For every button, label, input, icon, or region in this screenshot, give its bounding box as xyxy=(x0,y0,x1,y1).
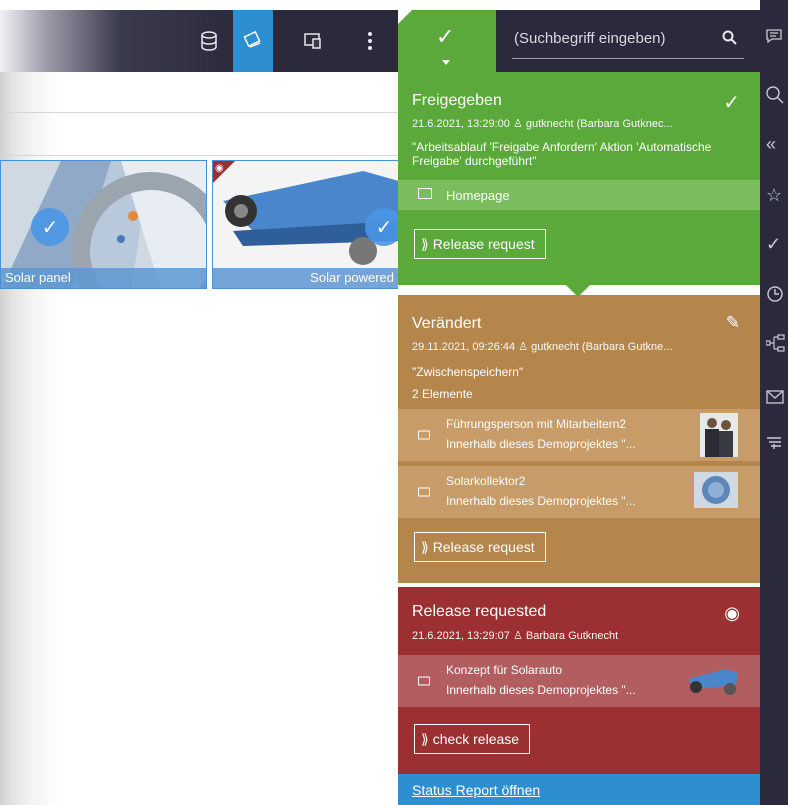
filter-icon[interactable] xyxy=(766,434,782,455)
sync-icon[interactable] xyxy=(233,10,273,72)
search-input[interactable]: (Suchbegriff eingeben) xyxy=(514,30,666,47)
right-sidebar: « ☆ ✓ xyxy=(760,0,788,805)
release-request-button[interactable]: ⟫ Release request xyxy=(414,229,546,259)
button-label: Release request xyxy=(432,236,535,252)
section-title: Release requested xyxy=(412,603,547,620)
release-request-button[interactable]: ⟫ Release request xyxy=(414,532,546,562)
section-meta: 29.11.2021, 09:26:44 ♙ gutknecht (Barbar… xyxy=(412,341,673,353)
status-section-changed: Verändert ✎ 29.11.2021, 09:26:44 ♙ gutkn… xyxy=(398,295,760,583)
devices-icon[interactable] xyxy=(293,10,333,72)
database-icon[interactable] xyxy=(189,10,229,72)
toolbar xyxy=(0,10,398,72)
list-item[interactable]: Führungsperson mit Mitarbeitern2 Innerha… xyxy=(398,409,760,461)
check-icon: ✓ xyxy=(31,208,69,246)
status-dropdown-button[interactable]: ✓ xyxy=(398,10,496,72)
thumbnail-caption: Solar panel xyxy=(1,268,206,288)
check-icon: ✓ xyxy=(723,92,740,114)
section-note: "Arbeitsablauf 'Freigabe Anfordern' Akti… xyxy=(412,140,712,168)
check-release-button[interactable]: ⟫ check release xyxy=(414,724,531,754)
item-name: Konzept für Solarauto xyxy=(446,663,563,677)
list-item[interactable]: Konzept für Solarauto Innerhalb dieses D… xyxy=(398,655,760,707)
chevron-down-icon xyxy=(442,60,450,65)
search-bar: (Suchbegriff eingeben) xyxy=(496,10,760,72)
item-description: Innerhalb dieses Demoprojektes "... xyxy=(446,437,636,451)
asset-thumbnail[interactable]: ✓ Solar panel xyxy=(0,160,207,289)
document-icon xyxy=(418,430,430,440)
button-label: check release xyxy=(432,731,520,747)
history-icon[interactable] xyxy=(766,285,784,308)
section-meta: 21.6.2021, 13:29:07 ♙ Barbara Gutknecht xyxy=(412,630,619,642)
element-count: 2 Elemente xyxy=(412,387,473,401)
asset-thumbnail[interactable]: ◉ ✓ Solar powered xyxy=(212,160,398,289)
solar-car-thumbnail xyxy=(688,669,738,695)
eye-icon: ◉ xyxy=(724,603,740,623)
eye-icon: ◉ xyxy=(215,163,224,174)
user-icon: ♙ xyxy=(518,341,529,353)
star-icon[interactable]: ☆ xyxy=(766,185,782,206)
status-report-footer: Status Report öffnen xyxy=(398,774,760,805)
more-vertical-icon[interactable] xyxy=(350,10,390,72)
pencil-icon: ✎ xyxy=(725,313,740,332)
folder-icon xyxy=(418,188,432,199)
check-icon: ✓ xyxy=(436,24,455,49)
thumbnail-caption: Solar powered xyxy=(213,268,398,288)
button-label: Release request xyxy=(432,539,535,555)
status-section-requested: Release requested ◉ 21.6.2021, 13:29:07 … xyxy=(398,587,760,774)
folder-label: Homepage xyxy=(446,188,510,203)
search-icon[interactable] xyxy=(722,30,738,51)
user-icon: ♙ xyxy=(512,118,523,130)
divider xyxy=(0,112,398,113)
folder-row[interactable]: Homepage xyxy=(398,180,760,210)
status-panel: Freigegeben ✓ 21.6.2021, 13:29:00 ♙ gutk… xyxy=(398,72,760,805)
mail-icon[interactable] xyxy=(766,388,784,409)
user-icon: ♙ xyxy=(512,630,523,642)
document-icon xyxy=(418,487,430,497)
section-title: Freigegeben xyxy=(412,92,502,109)
corner-marker xyxy=(398,10,412,24)
document-icon xyxy=(418,676,430,686)
comment-icon[interactable] xyxy=(766,28,782,49)
people-thumbnail xyxy=(700,413,738,457)
item-name: Solarkollektor2 xyxy=(446,474,526,488)
check-icon: ✓ xyxy=(365,208,398,246)
workflow-icon[interactable] xyxy=(765,334,786,357)
section-note: "Zwischenspeichern" xyxy=(412,365,524,379)
check-icon[interactable]: ✓ xyxy=(766,234,781,255)
divider xyxy=(0,155,398,156)
status-section-approved: Freigegeben ✓ 21.6.2021, 13:29:00 ♙ gutk… xyxy=(398,72,760,285)
section-meta: 21.6.2021, 13:29:00 ♙ gutknecht (Barbara… xyxy=(412,118,673,130)
status-report-link[interactable]: Status Report öffnen xyxy=(412,782,540,798)
search-icon[interactable] xyxy=(766,86,784,109)
item-description: Innerhalb dieses Demoprojektes "... xyxy=(446,494,636,508)
section-title: Verändert xyxy=(412,315,482,332)
search-underline xyxy=(512,58,744,59)
item-description: Innerhalb dieses Demoprojektes "... xyxy=(446,683,636,697)
solar-thumbnail xyxy=(694,472,738,508)
collapse-icon[interactable]: « xyxy=(766,134,776,155)
item-name: Führungsperson mit Mitarbeitern2 xyxy=(446,417,627,431)
list-item[interactable]: Solarkollektor2 Innerhalb dieses Demopro… xyxy=(398,466,760,518)
